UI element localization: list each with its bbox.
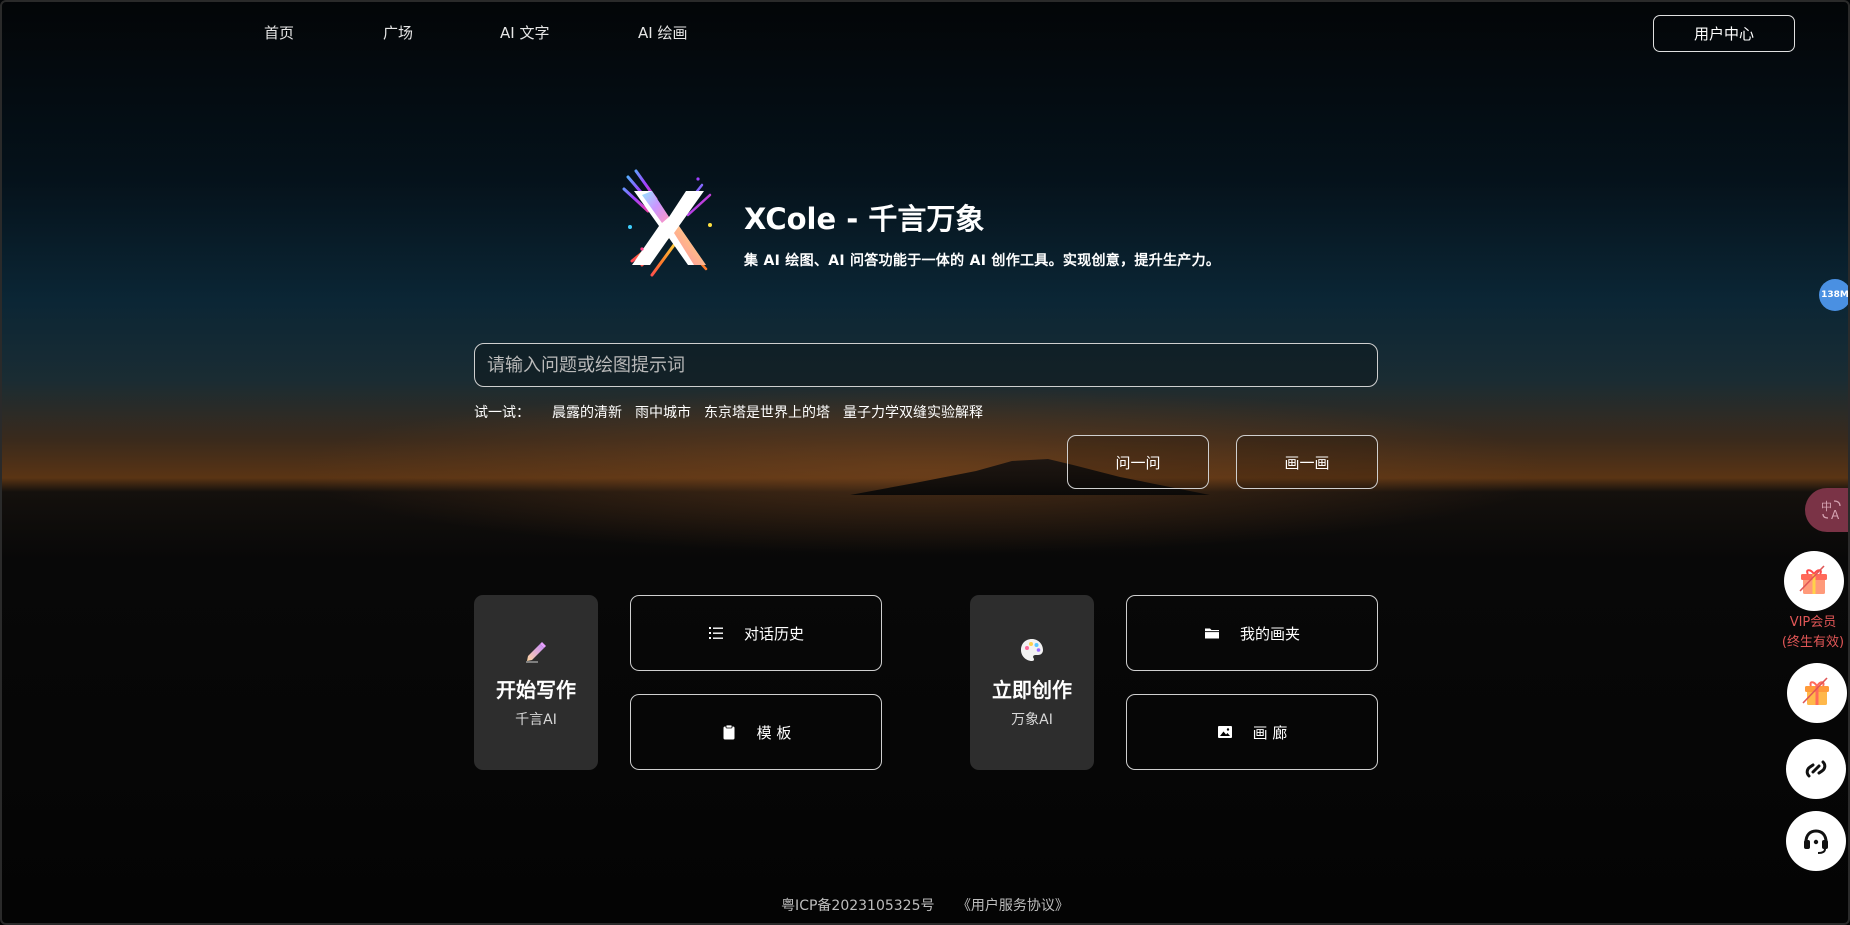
pencil-icon bbox=[526, 642, 546, 663]
hero-subtitle: 集 AI 绘图、AI 问答功能于一体的 AI 创作工具。实现创意，提升生产力。 bbox=[744, 253, 1221, 269]
gallery-button[interactable]: 画 廊 bbox=[1126, 694, 1378, 770]
start-creation-card[interactable]: 立即创作 万象AI bbox=[970, 595, 1094, 770]
chat-history-button[interactable]: 对话历史 bbox=[630, 595, 882, 671]
nav-ai-drawing[interactable]: AI 绘画 bbox=[638, 22, 687, 43]
icp-link[interactable]: 粤ICP备2023105325号 bbox=[781, 898, 934, 914]
memory-badge[interactable]: 138M bbox=[1819, 279, 1850, 311]
chat-history-label: 对话历史 bbox=[743, 624, 804, 643]
vip-label: VIP会员 (终生有效) bbox=[1776, 613, 1850, 653]
list-icon bbox=[708, 627, 723, 639]
suggestion-row: 试一试： 晨露的清新 雨中城市 东京塔是世界上的塔 量子力学双缝实验解释 bbox=[474, 402, 996, 422]
xcole-logo bbox=[622, 169, 712, 277]
start-writing-title: 开始写作 bbox=[496, 678, 576, 702]
nav-ai-text[interactable]: AI 文字 bbox=[500, 22, 549, 43]
prompt-search-input[interactable] bbox=[474, 343, 1378, 387]
translate-tab[interactable]: 中 A bbox=[1805, 488, 1850, 532]
vip-label-line2: (终生有效) bbox=[1781, 635, 1845, 650]
vip-gift-button[interactable] bbox=[1784, 551, 1844, 611]
gift-box-icon bbox=[1802, 677, 1829, 705]
suggestion-item[interactable]: 东京塔是世界上的塔 bbox=[704, 402, 830, 422]
vip-label-line1: VIP会员 bbox=[1789, 615, 1837, 630]
suggestion-item[interactable]: 量子力学双缝实验解释 bbox=[843, 402, 983, 422]
start-creation-title: 立即创作 bbox=[992, 678, 1072, 702]
nav-square[interactable]: 广场 bbox=[383, 22, 413, 43]
start-writing-card[interactable]: 开始写作 千言AI bbox=[474, 595, 598, 770]
translate-icon: 中 A bbox=[1821, 500, 1841, 521]
suggestion-item[interactable]: 雨中城市 bbox=[635, 402, 691, 422]
clipboard-icon bbox=[723, 724, 735, 740]
gallery-label: 画 廊 bbox=[1252, 723, 1288, 742]
templates-label: 模 板 bbox=[756, 723, 792, 742]
suggestion-label: 试一试： bbox=[474, 405, 530, 421]
palette-icon bbox=[1021, 639, 1043, 661]
suggestion-item[interactable]: 晨露的清新 bbox=[552, 402, 622, 422]
start-creation-subtitle: 万象AI bbox=[1011, 712, 1053, 728]
start-writing-subtitle: 千言AI bbox=[515, 712, 557, 728]
folder-icon bbox=[1204, 628, 1219, 639]
user-center-button[interactable]: 用户中心 bbox=[1653, 15, 1795, 52]
headset-icon bbox=[1804, 829, 1828, 854]
my-folder-label: 我的画夹 bbox=[1239, 624, 1300, 643]
chain-link-icon bbox=[1805, 760, 1827, 778]
templates-button[interactable]: 模 板 bbox=[630, 694, 882, 770]
background-sky bbox=[0, 0, 1850, 925]
image-icon bbox=[1217, 726, 1232, 738]
footer: 粤ICP备2023105325号 《用户服务协议》 bbox=[0, 895, 1850, 915]
hero-title: XCole - 千言万象 bbox=[744, 202, 985, 236]
draw-button[interactable]: 画一画 bbox=[1236, 435, 1378, 489]
link-button[interactable] bbox=[1786, 739, 1846, 799]
user-agreement-link[interactable]: 《用户服务协议》 bbox=[957, 898, 1069, 914]
gift-promo-button[interactable] bbox=[1787, 663, 1847, 723]
customer-service-button[interactable] bbox=[1786, 811, 1846, 871]
svg-text:A: A bbox=[1831, 508, 1840, 521]
ask-button[interactable]: 问一问 bbox=[1067, 435, 1209, 489]
gift-icon bbox=[1799, 565, 1827, 594]
nav-home[interactable]: 首页 bbox=[264, 22, 294, 43]
my-folder-button[interactable]: 我的画夹 bbox=[1126, 595, 1378, 671]
